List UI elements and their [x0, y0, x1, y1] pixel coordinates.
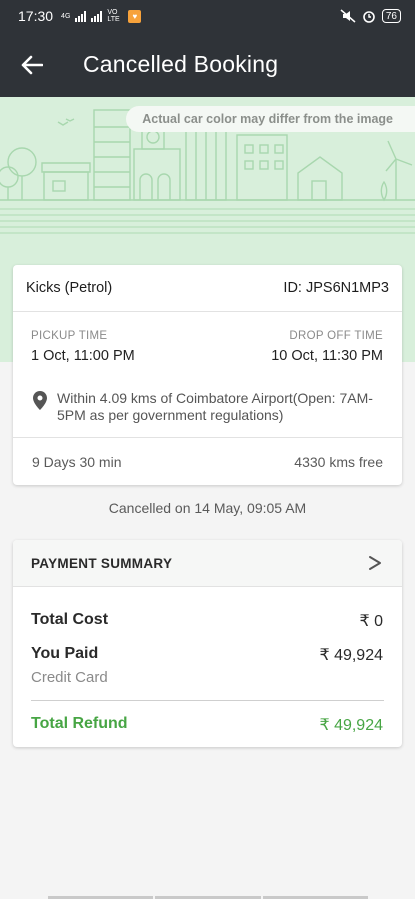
payment-summary-title: PAYMENT SUMMARY [31, 555, 173, 571]
booking-card-header: Kicks (Petrol) ID: JPS6N1MP3 [13, 265, 402, 312]
car-color-disclaimer: Actual car color may differ from the ima… [126, 106, 415, 132]
total-cost-row: Total Cost ₹ 0 [13, 611, 402, 631]
status-time: 17:30 [18, 8, 54, 24]
pickup-time: 1 Oct, 11:00 PM [31, 348, 135, 364]
pickup-label: PICKUP TIME [31, 330, 108, 342]
total-refund-amount: ₹ 49,924 [319, 717, 383, 734]
total-cost-amount: ₹ 0 [359, 613, 383, 630]
dropoff-label: DROP OFF TIME [289, 330, 383, 342]
payment-method: Credit Card [31, 669, 108, 686]
free-kms: 4330 kms free [294, 453, 383, 470]
mute-vibrate-icon [340, 9, 356, 23]
payment-summary-card: PAYMENT SUMMARY Total Cost ₹ 0 You Paid … [13, 540, 402, 747]
location-text: Within 4.09 kms of Coimbatore Airport(Op… [57, 390, 373, 423]
you-paid-amount: ₹ 49,924 [319, 647, 383, 664]
booking-card-footer: 9 Days 30 min 4330 kms free [13, 437, 402, 485]
pickup-block: PICKUP TIME 1 Oct, 11:00 PM [31, 330, 135, 388]
battery-icon: 76 [381, 9, 401, 23]
dropoff-block: DROP OFF TIME 10 Oct, 11:30 PM [271, 330, 383, 388]
payment-summary-header[interactable]: PAYMENT SUMMARY [13, 540, 402, 587]
alarm-icon [363, 11, 375, 23]
app-bar: Cancelled Booking [0, 32, 415, 97]
signal-icon [75, 10, 87, 22]
booking-times: PICKUP TIME 1 Oct, 11:00 PM DROP OFF TIM… [13, 312, 402, 388]
status-bar: 17:30 4G VO LTE ♥ 76 [0, 0, 415, 32]
pickup-location: Within 4.09 kms of Coimbatore Airport(Op… [13, 388, 402, 436]
total-cost-label: Total Cost [31, 611, 109, 628]
you-paid-row: You Paid ₹ 49,924 [13, 645, 402, 665]
booking-id: ID: JPS6N1MP3 [283, 280, 389, 296]
dropoff-time: 10 Oct, 11:30 PM [271, 348, 383, 364]
total-refund-label: Total Refund [31, 715, 128, 732]
booking-duration: 9 Days 30 min [32, 453, 122, 470]
total-refund-row: Total Refund ₹ 49,924 [13, 715, 402, 735]
location-pin-icon [33, 390, 51, 436]
back-button[interactable] [0, 32, 64, 97]
network-type-label: 4G [61, 12, 71, 20]
you-paid-label: You Paid [31, 645, 99, 662]
chevron-right-icon [369, 556, 381, 570]
back-arrow-icon [21, 55, 43, 74]
notification-icon: ♥ [128, 9, 142, 23]
volte-icon: VO LTE [107, 9, 120, 23]
cancelled-date: Cancelled on 14 May, 09:05 AM [108, 500, 307, 516]
status-icons-left: 4G VO LTE ♥ [61, 9, 142, 23]
status-icons-right: 76 [340, 9, 401, 23]
page-title: Cancelled Booking [83, 51, 279, 77]
car-model: Kicks (Petrol) [26, 280, 113, 296]
booking-card: Kicks (Petrol) ID: JPS6N1MP3 PICKUP TIME… [13, 265, 402, 485]
signal-icon-2 [91, 10, 103, 22]
